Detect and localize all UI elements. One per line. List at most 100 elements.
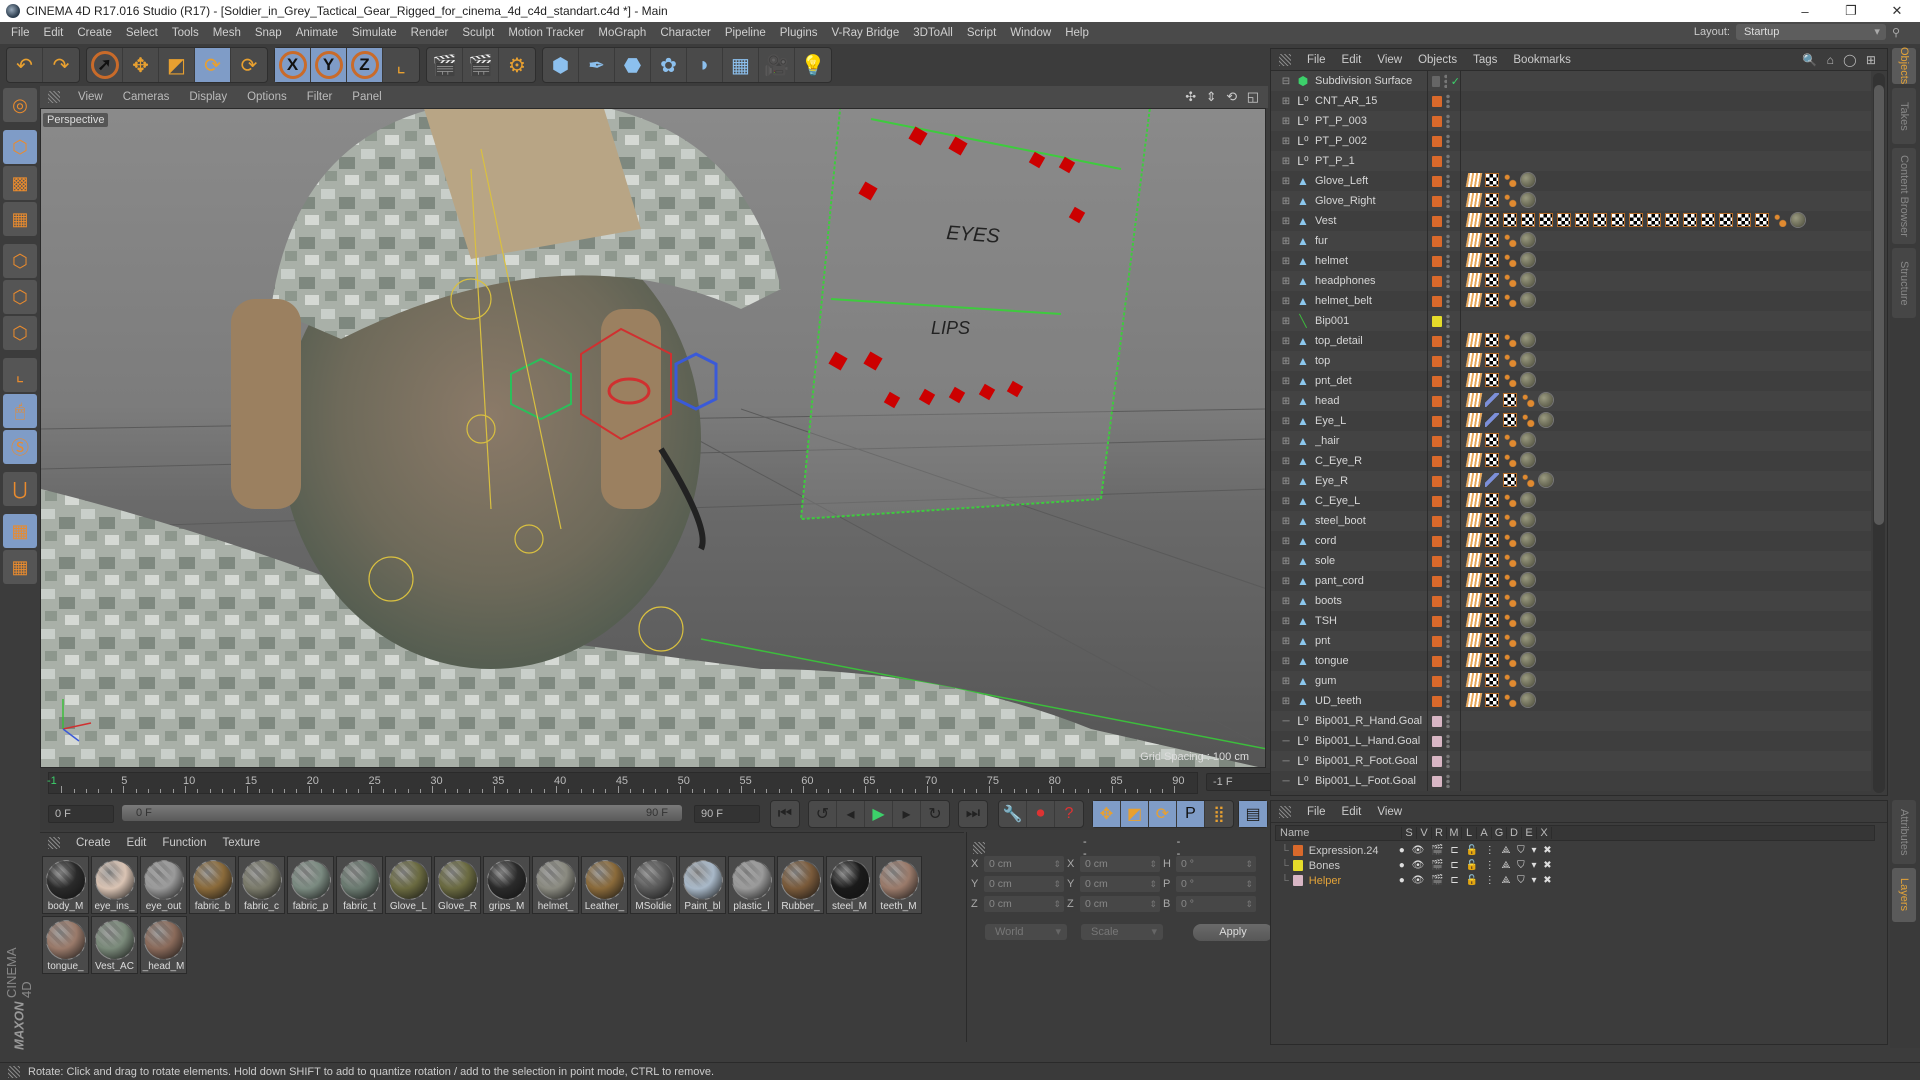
expand-toggle-icon[interactable]: ⊞: [1277, 256, 1295, 267]
bind-tag-icon[interactable]: [1503, 173, 1517, 187]
object-row[interactable]: ⊞ ▲ fur: [1271, 231, 1871, 251]
layer-column-name[interactable]: Name: [1276, 827, 1402, 839]
phong-tag-icon[interactable]: [1465, 173, 1483, 187]
size-y-field[interactable]: 0 cm: [1080, 876, 1160, 892]
render-view-button[interactable]: 🎬: [427, 48, 463, 82]
visibility-dots[interactable]: [1446, 154, 1450, 168]
layer-row[interactable]: └ Helper ● 👁 🎬 ⊏ 🔓 ⋮ ⟁ ⛉ ▾ ✖: [1275, 873, 1554, 888]
viewport-menu-cameras[interactable]: Cameras: [113, 91, 180, 103]
menu-select[interactable]: Select: [119, 27, 165, 39]
tab-attributes[interactable]: Attributes: [1892, 800, 1916, 864]
visibility-dots[interactable]: [1446, 754, 1450, 768]
bind-tag-icon[interactable]: [1503, 533, 1517, 547]
layer-menu-file[interactable]: File: [1299, 806, 1334, 818]
texture-tag-icon[interactable]: [1503, 393, 1517, 407]
pen-button[interactable]: ✒: [579, 48, 615, 82]
snap-button[interactable]: ⋃: [3, 472, 37, 506]
material-tag-icon[interactable]: [1791, 213, 1805, 227]
menu-sculpt[interactable]: Sculpt: [455, 27, 501, 39]
phong-tag-icon[interactable]: [1465, 273, 1483, 287]
material-swatch[interactable]: Paint_bl: [679, 856, 726, 914]
layer-column-x[interactable]: X: [1537, 827, 1552, 839]
tab-structure[interactable]: Structure: [1892, 248, 1916, 318]
phong-tag-icon[interactable]: [1465, 393, 1483, 407]
object-list-scrollbar[interactable]: [1873, 73, 1885, 793]
material-swatch[interactable]: tongue_: [42, 916, 89, 974]
material-tag-icon[interactable]: [1521, 573, 1535, 587]
texture-tag-icon[interactable]: [1485, 373, 1499, 387]
texture-tag-icon[interactable]: [1485, 673, 1499, 687]
material-tag-icon[interactable]: [1521, 493, 1535, 507]
object-menu-tags[interactable]: Tags: [1465, 54, 1505, 66]
visibility-dots[interactable]: [1446, 214, 1450, 228]
bind-tag-icon[interactable]: [1503, 253, 1517, 267]
expand-toggle-icon[interactable]: ⊞: [1277, 156, 1295, 167]
expand-toggle-icon[interactable]: ⊞: [1277, 656, 1295, 667]
layer-color-swatch[interactable]: [1432, 735, 1442, 747]
expand-toggle-icon[interactable]: ⊞: [1277, 396, 1295, 407]
texture-tag-icon[interactable]: [1485, 613, 1499, 627]
visibility-dots[interactable]: [1446, 334, 1450, 348]
panel-grip[interactable]: [48, 91, 60, 103]
panel-grip[interactable]: [48, 836, 60, 849]
material-swatch[interactable]: helmet_: [532, 856, 579, 914]
coordinate-system-button[interactable]: ⌞: [383, 48, 419, 82]
bind-tag-icon[interactable]: [1503, 693, 1517, 707]
phong-tag-icon[interactable]: [1465, 253, 1483, 267]
recent-tool-button[interactable]: ⟳: [231, 48, 267, 82]
visibility-dots[interactable]: [1446, 594, 1450, 608]
object-row[interactable]: ⊞ ▲ headphones: [1271, 271, 1871, 291]
menu-script[interactable]: Script: [960, 27, 1003, 39]
layer-row[interactable]: └ Bones ● 👁 🎬 ⊏ 🔓 ⋮ ⟁ ⛉ ▾ ✖: [1275, 858, 1554, 873]
rotate-button[interactable]: ⟳: [195, 48, 231, 82]
menu-window[interactable]: Window: [1003, 27, 1058, 39]
layer-color-swatch[interactable]: [1432, 315, 1442, 327]
expand-toggle-icon[interactable]: ⊞: [1277, 336, 1295, 347]
visibility-dots[interactable]: [1446, 674, 1450, 688]
material-swatch[interactable]: plastic_l: [728, 856, 775, 914]
tab-takes[interactable]: Takes: [1892, 88, 1916, 144]
go-to-end-button[interactable]: ⏭: [959, 801, 987, 827]
viewport-menu-display[interactable]: Display: [179, 91, 237, 103]
material-tag-icon[interactable]: [1521, 613, 1535, 627]
phong-tag-icon[interactable]: [1465, 673, 1483, 687]
bind-tag-icon[interactable]: [1503, 373, 1517, 387]
menu-motion-tracker[interactable]: Motion Tracker: [501, 27, 591, 39]
floor-button[interactable]: ▦: [723, 48, 759, 82]
layer-color-swatch[interactable]: [1432, 615, 1442, 627]
texture-tag-icon[interactable]: [1485, 453, 1499, 467]
tab-content-browser[interactable]: Content Browser: [1892, 148, 1916, 244]
object-row[interactable]: ⊞ L⁰ PT_P_003: [1271, 111, 1871, 131]
cube-button[interactable]: ⬢: [543, 48, 579, 82]
minimize-button[interactable]: –: [1782, 0, 1828, 22]
keyframe-selection-button[interactable]: 🔧: [999, 801, 1027, 827]
layer-toggle-icons[interactable]: ● 👁 🎬 ⊏ 🔓 ⋮ ⟁ ⛉ ▾ ✖: [1399, 860, 1554, 871]
texture-tag-icon[interactable]: [1593, 213, 1607, 227]
expand-toggle-icon[interactable]: ⊞: [1277, 376, 1295, 387]
material-tag-icon[interactable]: [1521, 353, 1535, 367]
coordinate-mode-select[interactable]: Scale: [1081, 924, 1163, 940]
material-tag-icon[interactable]: [1539, 393, 1553, 407]
expand-toggle-icon[interactable]: ⊞: [1277, 416, 1295, 427]
position-key-button[interactable]: ✥: [1093, 801, 1121, 827]
visibility-dots[interactable]: [1443, 74, 1447, 88]
enabled-check-icon[interactable]: ✓: [1451, 75, 1460, 88]
layer-color-swatch[interactable]: [1432, 95, 1442, 107]
layer-column-e[interactable]: E: [1522, 827, 1537, 839]
next-key-button[interactable]: ↻: [921, 801, 949, 827]
visibility-dots[interactable]: [1446, 614, 1450, 628]
bind-tag-icon[interactable]: [1503, 493, 1517, 507]
viewport-menu-view[interactable]: View: [68, 91, 113, 103]
visibility-dots[interactable]: [1446, 574, 1450, 588]
bind-tag-icon[interactable]: [1503, 653, 1517, 667]
material-swatch[interactable]: grips_M: [483, 856, 530, 914]
subdivision-button[interactable]: ⬣: [615, 48, 651, 82]
layer-color-swatch[interactable]: [1432, 435, 1442, 447]
close-button[interactable]: ✕: [1874, 0, 1920, 22]
rotation-key-button[interactable]: ⟳: [1149, 801, 1177, 827]
layer-toggle-icons[interactable]: ● 👁 🎬 ⊏ 🔓 ⋮ ⟁ ⛉ ▾ ✖: [1399, 845, 1554, 856]
layer-color-swatch[interactable]: [1432, 495, 1442, 507]
expand-toggle-icon[interactable]: ⊞: [1277, 176, 1295, 187]
object-row[interactable]: ⊞ ▲ tongue: [1271, 651, 1871, 671]
object-row[interactable]: ⊞ L⁰ PT_P_1: [1271, 151, 1871, 171]
